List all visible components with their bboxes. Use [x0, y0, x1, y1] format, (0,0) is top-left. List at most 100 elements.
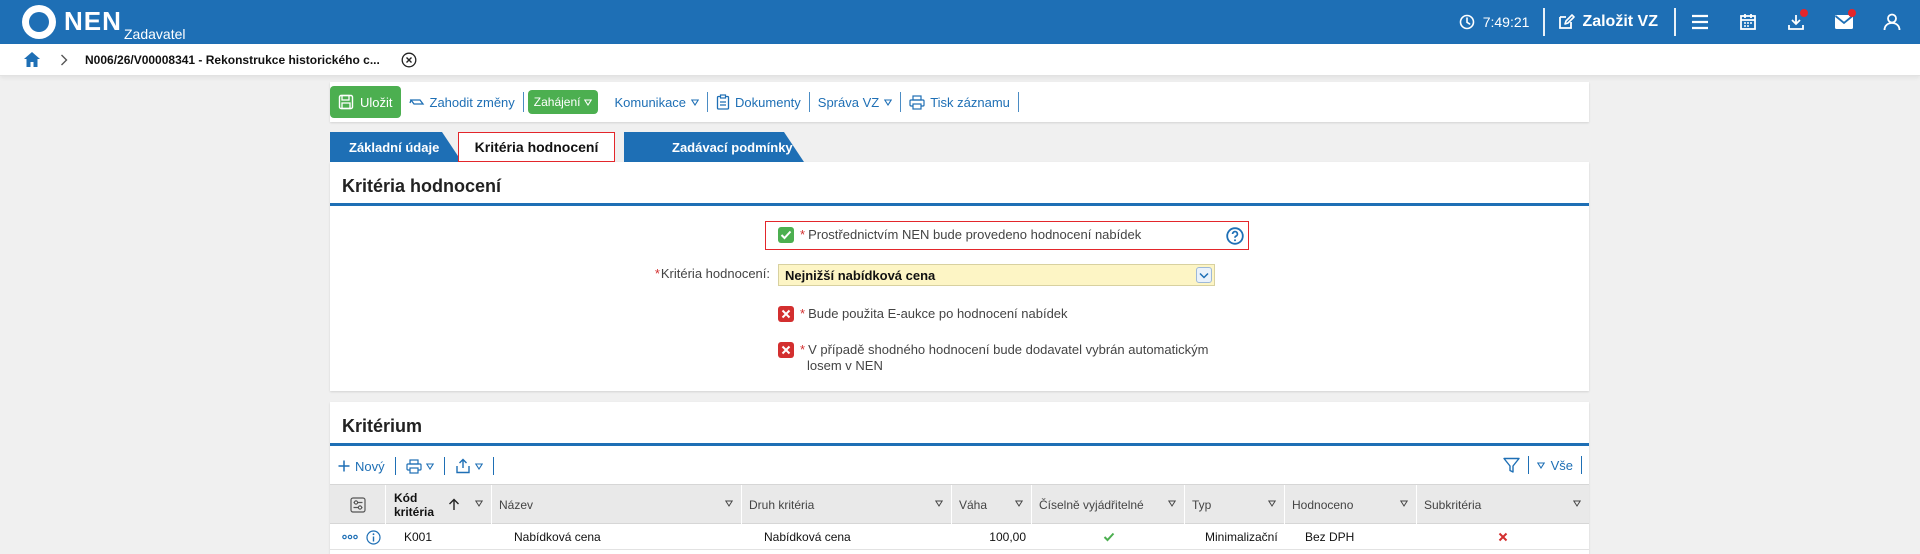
caret-down-icon[interactable] — [1400, 500, 1408, 507]
caret-down-icon[interactable] — [1268, 500, 1276, 507]
calendar-icon — [1740, 14, 1756, 30]
settings-icon — [349, 497, 366, 513]
export-icon — [455, 458, 470, 474]
column-name[interactable]: Název — [492, 485, 742, 525]
tab-evaluation-criteria[interactable]: Kritéria hodnocení — [458, 132, 615, 162]
clipboard-icon — [716, 94, 730, 110]
discard-changes-button[interactable]: Zahodit změny — [401, 95, 523, 110]
nen-evaluation-field: * Prostřednictvím NEN bude provedeno hodn… — [778, 227, 1141, 243]
criteria-field-label: *Kritéria hodnocení: — [655, 266, 770, 281]
home-icon[interactable] — [23, 51, 41, 68]
breadcrumb-current[interactable]: N006/26/V00008341 - Rekonstrukce histori… — [85, 53, 380, 67]
messages-button[interactable] — [1820, 0, 1868, 44]
management-dropdown[interactable]: Správa VZ — [810, 95, 900, 110]
required-marker: * — [654, 266, 660, 281]
select-caret[interactable] — [1196, 267, 1212, 283]
criteria-select-label-row: *Kritéria hodnocení: — [654, 266, 770, 281]
caret-down-icon — [1536, 461, 1545, 469]
clock-time: 7:49:21 — [1482, 14, 1530, 30]
create-tender-label: Založit VZ — [1582, 13, 1658, 30]
lottery-text-line2: losem v NEN — [807, 358, 883, 373]
column-evaluated[interactable]: Hodnoceno — [1285, 485, 1417, 525]
caret-down-icon[interactable] — [1573, 500, 1581, 507]
view-all-dropdown[interactable]: Vše — [1536, 458, 1573, 473]
notification-dot — [1800, 9, 1808, 17]
column-settings[interactable] — [330, 485, 386, 525]
x-icon — [1498, 532, 1508, 542]
column-type-label: Typ — [1192, 498, 1212, 512]
divider — [522, 92, 524, 112]
save-icon — [338, 94, 354, 110]
caret-down-icon[interactable] — [935, 500, 943, 507]
nen-evaluation-checkbox[interactable] — [778, 227, 794, 243]
column-numeric[interactable]: Číselně vyjádřitelné — [1032, 485, 1185, 525]
tab-award-conditions[interactable]: Zadávací podmínky — [624, 132, 804, 162]
communication-dropdown[interactable]: Komunikace — [602, 95, 707, 110]
filter-icon[interactable] — [1502, 457, 1520, 474]
caret-down-icon[interactable] — [1168, 500, 1176, 507]
plus-icon — [338, 460, 350, 472]
save-label: Uložit — [360, 94, 393, 110]
edit-icon — [1559, 14, 1576, 29]
criteria-select[interactable]: Nejnižší nabídková cena — [778, 264, 1215, 286]
eauction-checkbox[interactable] — [778, 306, 794, 322]
divider — [900, 92, 902, 112]
info-icon[interactable] — [366, 529, 381, 545]
column-weight[interactable]: Váha — [952, 485, 1032, 525]
column-evaluated-label: Hodnoceno — [1292, 498, 1354, 512]
column-weight-label: Váha — [959, 498, 988, 512]
column-code[interactable]: Kód kritéria — [386, 485, 492, 525]
close-icon[interactable] — [401, 52, 417, 68]
session-clock: 7:49:21 — [1449, 14, 1544, 30]
caret-down-icon — [474, 462, 483, 470]
save-button[interactable]: Uložit — [330, 86, 401, 118]
grid-toolbar: Nový — [338, 456, 498, 476]
caret-down-icon — [884, 98, 893, 106]
nen-logo[interactable] — [22, 5, 56, 39]
start-dropdown[interactable]: Zahájení — [527, 90, 599, 114]
caret-down-icon[interactable] — [725, 500, 733, 507]
help-icon[interactable] — [1226, 227, 1244, 245]
tab-basic-info[interactable]: Základní údaje — [330, 132, 462, 162]
lottery-checkbox[interactable] — [778, 342, 794, 358]
column-kind[interactable]: Druh kritéria — [742, 485, 952, 525]
calendar-button[interactable] — [1724, 0, 1772, 44]
record-toolbar: Uložit Zahodit změny Zahájení Komunikace… — [330, 82, 1589, 122]
caret-down-icon[interactable] — [1015, 500, 1023, 507]
nen-evaluation-text: Prostřednictvím NEN bude provedeno hodno… — [808, 227, 1142, 242]
discard-label: Zahodit změny — [429, 94, 515, 110]
discard-icon — [408, 99, 424, 105]
divider — [808, 92, 810, 112]
print-record-button[interactable]: Tisk záznamu — [901, 95, 1018, 110]
start-label: Zahájení — [533, 95, 581, 109]
create-tender-button[interactable]: Založit VZ — [1545, 13, 1674, 31]
clock-icon — [1459, 14, 1475, 30]
documents-button[interactable]: Dokumenty — [708, 94, 809, 110]
lottery-text-line1: V případě shodného hodnocení bude dodava… — [808, 342, 1209, 357]
cell-kind: Nabídková cena — [764, 530, 851, 544]
notification-dot — [1848, 9, 1856, 17]
table-row[interactable]: K001 Nabídková cena Nabídková cena 100,0… — [330, 524, 1589, 550]
required-marker: * — [800, 306, 806, 321]
table-header: Kód kritéria Název Druh kritéria Váha Čís… — [330, 484, 1589, 525]
user-icon — [1883, 13, 1901, 31]
more-icon[interactable] — [342, 534, 358, 540]
grid-export-dropdown[interactable] — [455, 458, 483, 474]
arrow-up-icon[interactable] — [448, 498, 460, 511]
menu-button[interactable] — [1676, 0, 1724, 44]
role-label: Zadavatel — [124, 26, 186, 42]
divider — [1543, 8, 1546, 36]
cell-numeric — [1032, 524, 1185, 550]
column-type[interactable]: Typ — [1185, 485, 1285, 525]
user-button[interactable] — [1868, 0, 1916, 44]
divider — [1581, 456, 1582, 474]
check-icon — [1103, 532, 1114, 542]
caret-down-icon[interactable] — [475, 500, 483, 507]
section-rule — [330, 203, 1589, 206]
column-subcriteria[interactable]: Subkritéria — [1417, 485, 1589, 525]
new-criterion-button[interactable]: Nový — [338, 459, 385, 474]
grid-print-dropdown[interactable] — [406, 458, 434, 474]
cell-evaluated: Bez DPH — [1305, 530, 1355, 544]
downloads-button[interactable] — [1772, 0, 1820, 44]
top-bar: NEN Zadavatel 7:49:21 Založit VZ — [0, 0, 1920, 44]
